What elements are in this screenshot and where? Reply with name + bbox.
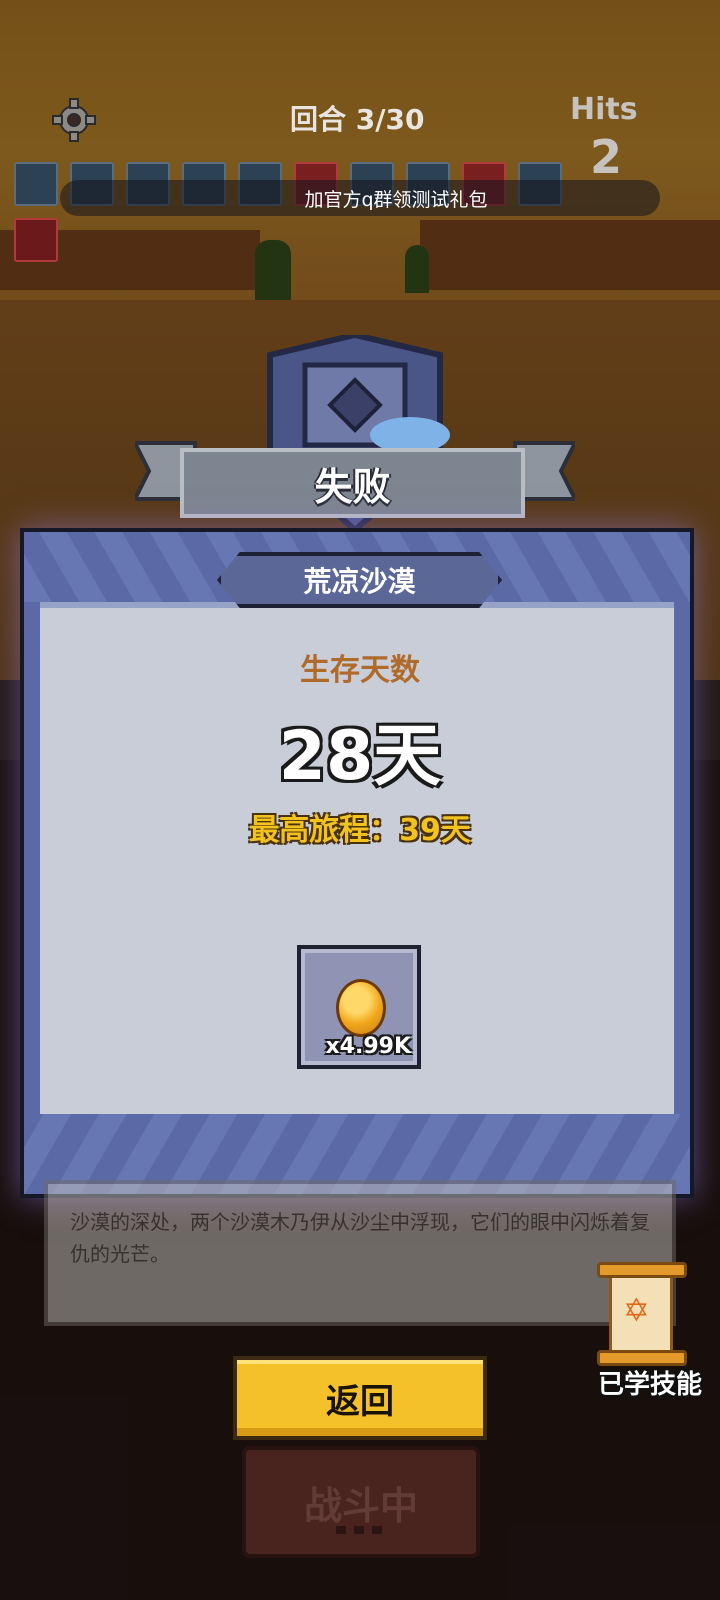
round-counter: 回合 3/30 — [290, 103, 425, 136]
scroll-rod-top — [597, 1262, 687, 1278]
settings-gear-icon[interactable] — [52, 98, 96, 142]
loading-dots — [336, 1526, 386, 1534]
survive-days-value: 28天 — [278, 717, 442, 796]
promo-text: 加官方q群领测试礼包 — [304, 188, 488, 211]
back-button[interactable]: 返回 — [233, 1356, 487, 1440]
reward-amount: x4.99K — [325, 1034, 411, 1059]
story-text: 沙漠的深处，两个沙漠木乃伊从沙尘中浮现，它们的眼中闪烁着复仇的光芒。 — [70, 1210, 650, 1266]
learned-skills-button[interactable]: ✡ — [595, 1262, 689, 1366]
hits-label: Hits — [570, 92, 638, 127]
reward-item[interactable]: x4.99K — [297, 945, 421, 1069]
result-panel — [20, 528, 694, 1198]
skill-slot-1-icon[interactable] — [14, 162, 58, 206]
stage-name-tag: 荒凉沙漠 — [217, 552, 502, 608]
survive-days-label: 生存天数 — [300, 653, 420, 688]
result-title: 失败 — [180, 448, 525, 518]
skill-slot-11-icon[interactable] — [14, 218, 58, 262]
best-journey: 最高旅程：39天 — [249, 813, 471, 848]
promo-banner[interactable]: 加官方q群领测试礼包 — [60, 180, 660, 216]
fighting-button[interactable]: 战斗中 — [242, 1446, 480, 1558]
gold-coin-icon — [336, 979, 386, 1037]
hexagram-icon: ✡ — [623, 1291, 650, 1329]
hits-value: 2 — [590, 130, 623, 184]
learned-skills-label: 已学技能 — [597, 1370, 702, 1400]
